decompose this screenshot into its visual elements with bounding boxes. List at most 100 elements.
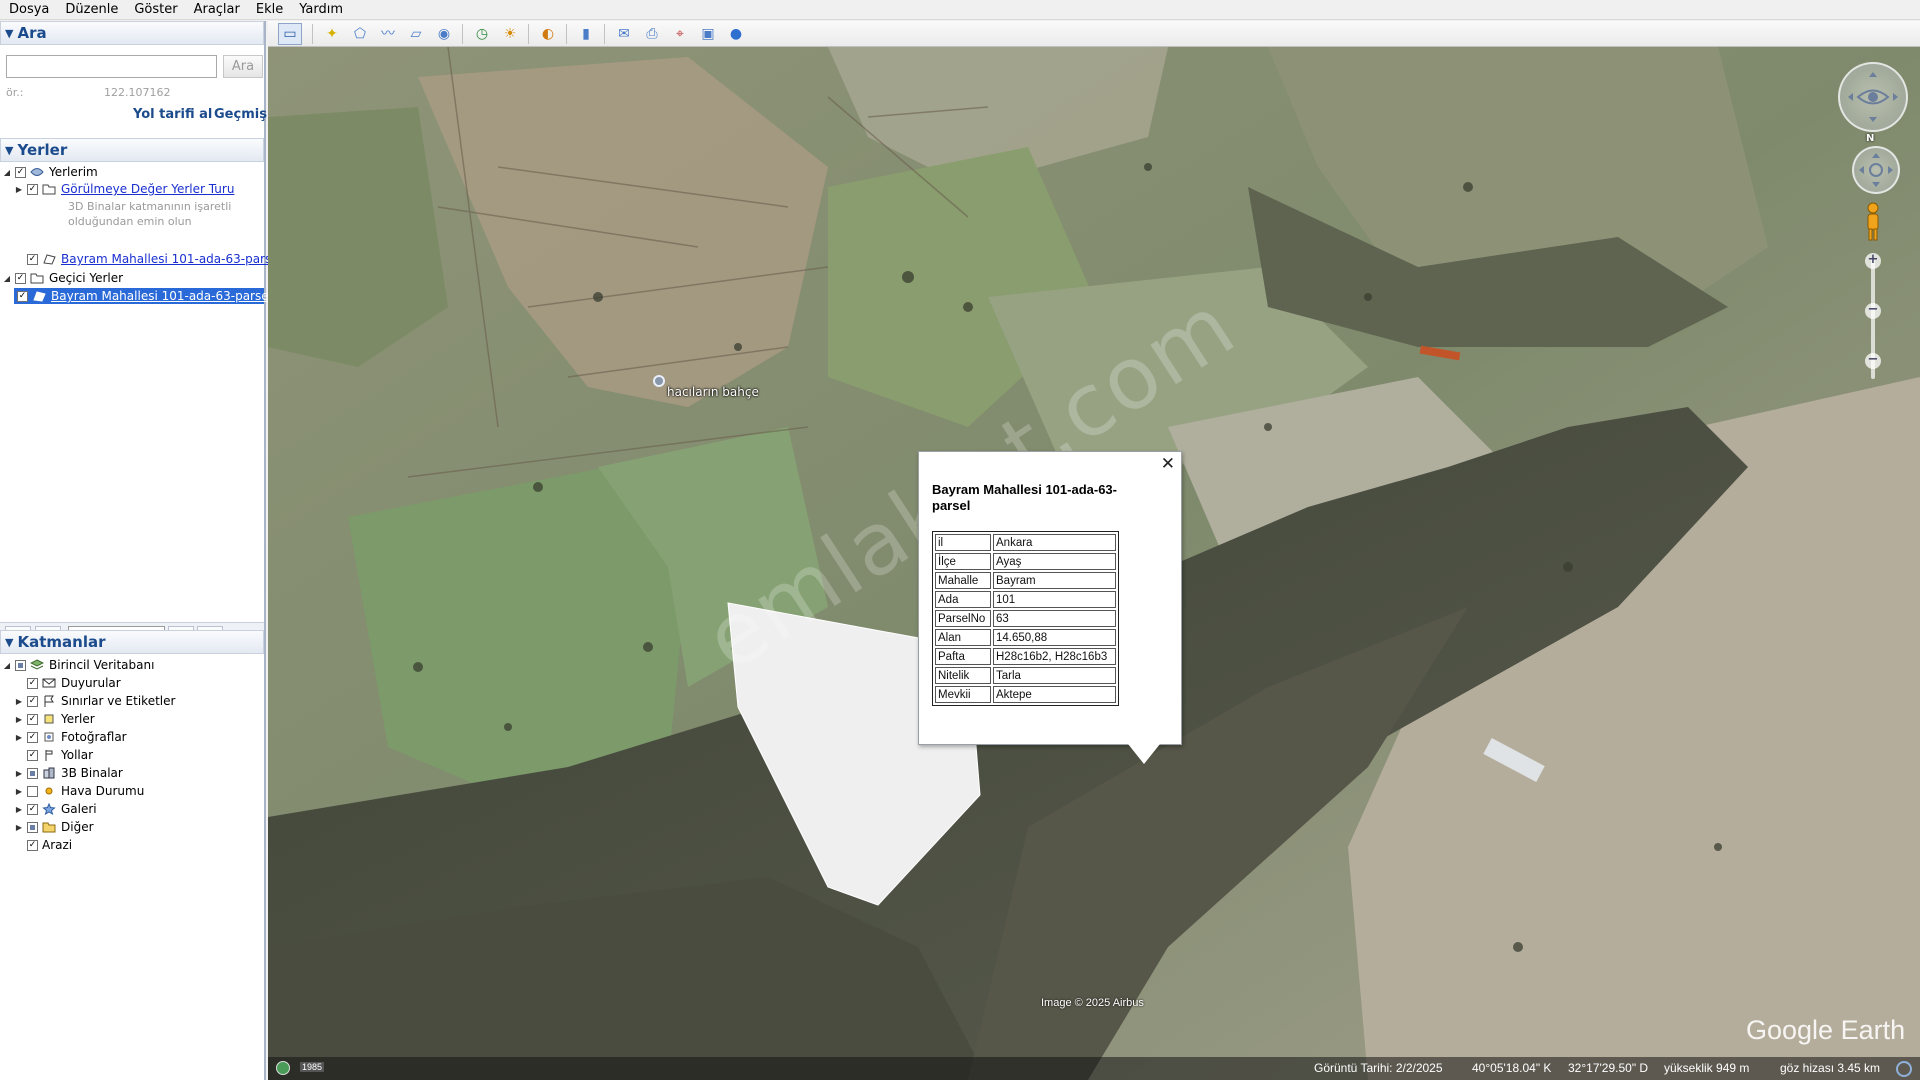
photo-icon — [44, 732, 54, 742]
menu-tools[interactable]: Araçlar — [185, 0, 247, 20]
history-link[interactable]: Geçmiş — [214, 107, 267, 122]
layer-primary-db[interactable]: ◢ Birincil Veritabanı — [2, 657, 155, 673]
collapse-arrow-icon[interactable]: ◢ — [2, 661, 12, 670]
expand-arrow-icon[interactable]: ▶ — [14, 769, 24, 778]
layer-terrain[interactable]: ✓ Arazi — [14, 837, 72, 853]
ruler-icon[interactable]: ▮ — [574, 23, 598, 45]
layer-photos[interactable]: ▶ ✓ Fotoğraflar — [14, 729, 127, 745]
field-value: 14.650,88 — [993, 629, 1116, 646]
tree-label[interactable]: Görülmeye Değer Yerler Turu — [61, 182, 234, 196]
tree-sightseeing-tour[interactable]: ▶ ✓ Görülmeye Değer Yerler Turu — [14, 181, 235, 197]
expand-arrow-icon[interactable]: ▶ — [14, 185, 24, 194]
path-icon[interactable]: 〰 — [376, 23, 400, 45]
hand-icon — [1859, 153, 1893, 187]
layer-borders-labels[interactable]: ▶ ✓ Sınırlar ve Etiketler — [14, 693, 176, 709]
menu-help[interactable]: Yardım — [290, 0, 350, 20]
checkbox[interactable]: ✓ — [15, 272, 26, 284]
expand-arrow-icon[interactable]: ▶ — [14, 787, 24, 796]
layer-gallery[interactable]: ▶ ✓ Galeri — [14, 801, 97, 817]
map-view[interactable]: emlakjet.com hacıların bahçe ✕ Bayram Ma… — [268, 47, 1920, 1080]
checkbox[interactable] — [15, 659, 26, 671]
tree-label[interactable]: Bayram Mahallesi 101-ada-63-parsel — [61, 252, 282, 266]
layer-places[interactable]: ▶ ✓ Yerler — [14, 711, 95, 727]
placemark-pin-icon[interactable] — [653, 375, 665, 387]
tree-label[interactable]: Bayram Mahallesi 101-ada-63-parsel — [51, 289, 272, 303]
menu-edit[interactable]: Düzenle — [56, 0, 125, 20]
menu-add[interactable]: Ekle — [247, 0, 290, 20]
zoom-out-icon[interactable]: − — [1865, 353, 1881, 369]
star-icon — [42, 803, 56, 815]
checkbox[interactable]: ✓ — [27, 749, 38, 761]
table-row: İlçe Ayaş — [935, 553, 1116, 570]
tree-parcel-temporary[interactable]: ✓ Bayram Mahallesi 101-ada-63-parsel — [14, 288, 272, 304]
info-balloon: ✕ Bayram Mahallesi 101-ada-63-parsel il A… — [918, 451, 1182, 745]
planets-icon[interactable]: ◐ — [536, 23, 560, 45]
sidebar-toggle-icon[interactable]: ▭ — [278, 23, 302, 45]
checkbox[interactable]: ✓ — [27, 803, 38, 815]
checkbox[interactable]: ✓ — [27, 839, 38, 851]
look-control[interactable] — [1838, 62, 1908, 132]
checkbox[interactable] — [27, 785, 38, 797]
collapse-arrow-icon[interactable]: ◢ — [2, 274, 12, 283]
field-value: Tarla — [993, 667, 1116, 684]
collapse-icon: ▼ — [5, 143, 14, 157]
search-button[interactable]: Ara — [223, 55, 263, 78]
menu-view[interactable]: Göster — [125, 0, 184, 20]
checkbox[interactable] — [27, 821, 38, 833]
layer-roads[interactable]: ✓ Yollar — [14, 747, 93, 763]
search-panel-header[interactable]: ▼ Ara — [0, 21, 264, 45]
expand-arrow-icon[interactable]: ▶ — [14, 715, 24, 724]
places-panel-header[interactable]: ▼ Yerler — [0, 138, 264, 162]
zoom-handle[interactable]: − — [1865, 303, 1881, 319]
expand-arrow-icon[interactable]: ▶ — [14, 733, 24, 742]
expand-arrow-icon[interactable]: ▶ — [14, 697, 24, 706]
layer-other[interactable]: ▶ Diğer — [14, 819, 94, 835]
move-control[interactable] — [1852, 146, 1900, 194]
historical-imagery-icon[interactable]: ◷ — [470, 23, 494, 45]
checkbox[interactable]: ✓ — [27, 183, 38, 195]
checkbox[interactable]: ✓ — [27, 695, 38, 707]
layers-panel-title: Katmanlar — [17, 633, 106, 651]
save-image-icon[interactable]: ▣ — [696, 23, 720, 45]
layer-3d-buildings[interactable]: ▶ 3B Binalar — [14, 765, 123, 781]
checkbox[interactable]: ✓ — [15, 166, 26, 178]
menu-file[interactable]: Dosya — [0, 0, 56, 20]
buildings-icon — [43, 767, 55, 779]
earth-icon[interactable]: ● — [724, 23, 748, 45]
checkbox[interactable] — [27, 767, 38, 779]
search-input[interactable] — [6, 55, 217, 78]
layer-announcements[interactable]: ✓ Duyurular — [14, 675, 121, 691]
sunlight-icon[interactable]: ☀ — [498, 23, 522, 45]
north-indicator[interactable]: N — [1866, 133, 1874, 144]
expand-arrow-icon[interactable]: ▶ — [14, 823, 24, 832]
checkbox[interactable]: ✓ — [27, 253, 38, 265]
checkbox[interactable]: ✓ — [17, 290, 28, 302]
checkbox[interactable]: ✓ — [27, 731, 38, 743]
tree-temporary-places[interactable]: ◢ ✓ Geçici Yerler — [2, 270, 123, 286]
tree-my-places[interactable]: ◢ ✓ Yerlerim — [2, 164, 98, 180]
layer-weather[interactable]: ▶ Hava Durumu — [14, 783, 144, 799]
tree-parcel-saved[interactable]: ✓ Bayram Mahallesi 101-ada-63-parsel — [14, 251, 282, 267]
placemark-icon[interactable]: ✦ — [320, 23, 344, 45]
checkbox[interactable]: ✓ — [27, 677, 38, 689]
layer-label: Yerler — [61, 712, 95, 726]
view-in-maps-icon[interactable]: ⌖ — [668, 23, 692, 45]
zoom-in-icon[interactable]: + — [1865, 253, 1881, 269]
checkbox[interactable]: ✓ — [27, 713, 38, 725]
polygon-icon[interactable]: ⬠ — [348, 23, 372, 45]
balloon-pointer — [1128, 744, 1160, 764]
collapse-arrow-icon[interactable]: ◢ — [2, 168, 12, 177]
layers-panel-header[interactable]: ▼ Katmanlar — [0, 630, 264, 654]
road-sign-icon — [45, 750, 53, 761]
expand-arrow-icon[interactable]: ▶ — [14, 805, 24, 814]
placemark-label[interactable]: hacıların bahçe — [667, 385, 759, 399]
tour-guide-icon[interactable] — [276, 1061, 290, 1075]
close-icon[interactable]: ✕ — [1161, 456, 1175, 473]
print-icon[interactable]: ⎙ — [640, 23, 664, 45]
email-icon[interactable]: ✉ — [612, 23, 636, 45]
record-tour-icon[interactable]: ◉ — [432, 23, 456, 45]
image-overlay-icon[interactable]: ▱ — [404, 23, 428, 45]
pegman-icon[interactable] — [1864, 202, 1882, 242]
directions-link[interactable]: Yol tarifi al — [133, 107, 212, 122]
historical-year-badge[interactable]: 1985 — [300, 1062, 325, 1072]
